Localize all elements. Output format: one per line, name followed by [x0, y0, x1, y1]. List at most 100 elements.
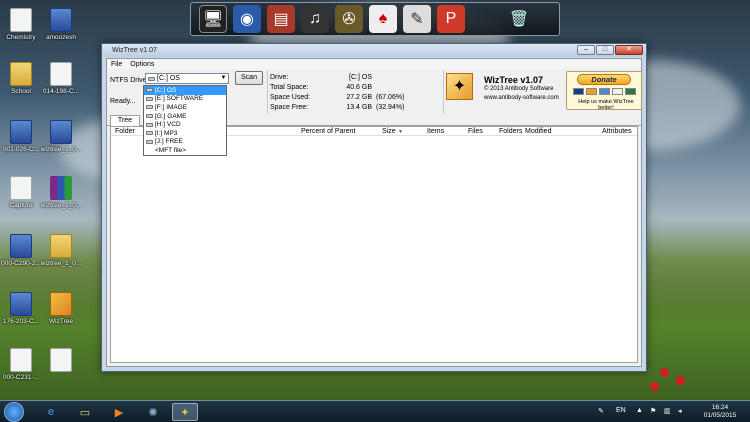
drive-icon: [146, 139, 153, 144]
drive-row: Drive: [C:] OS: [270, 72, 440, 82]
headphones-icon[interactable]: ♫: [301, 5, 329, 33]
maximize-button[interactable]: □: [596, 45, 614, 55]
tab-tree-view[interactable]: Tree View: [110, 115, 140, 134]
chevron-up-icon[interactable]: ▲: [636, 407, 644, 415]
monitor-icon[interactable]: 🖥: [199, 5, 227, 33]
column-items[interactable]: Items: [427, 128, 444, 135]
dropdown-item-label: [E:] SOFTWARE: [155, 95, 204, 103]
info-value: 27.2 GB: [346, 93, 372, 101]
card-mastercard-icon: [586, 88, 597, 95]
dropdown-item[interactable]: [F:] IMAGE: [144, 103, 226, 112]
desktop-icon[interactable]: 176-203-C...: [0, 292, 42, 325]
network-app-icon[interactable]: ✺: [140, 403, 166, 421]
column-folders[interactable]: Folders: [499, 128, 522, 135]
column-modified[interactable]: Modified: [525, 128, 551, 135]
donate-panel[interactable]: Donate Help us make WizTree better!: [566, 71, 642, 111]
desktop-icon-label: amoozesh: [46, 34, 76, 41]
drive-select[interactable]: [C:] OS ▼: [145, 73, 229, 84]
wizard-hat-icon: ✦: [446, 73, 473, 100]
dropdown-item-label: <MFT file>: [155, 146, 186, 154]
desktop-icon[interactable]: wiztree_1_0...: [40, 176, 82, 209]
media-player-icon[interactable]: ▶: [106, 403, 132, 421]
desktop-icon[interactable]: 000-C290-2...: [0, 234, 42, 267]
logo-url[interactable]: www.antibody-software.com: [484, 95, 559, 101]
column-percent-of-parent[interactable]: Percent of Parent: [301, 128, 355, 135]
file-icon: [10, 348, 32, 372]
desktop-icon[interactable]: amoozesh: [40, 8, 82, 41]
flag-icon[interactable]: ⚑: [650, 407, 658, 415]
file-icon: [10, 234, 32, 258]
desktop-icon-label: wiztree_1_0...: [40, 146, 82, 153]
title-bar[interactable]: WizTree v1.07: [102, 44, 646, 57]
desktop-icon[interactable]: 000-C231-...: [0, 348, 42, 381]
recycle-bin-icon[interactable]: 🗑: [505, 5, 533, 33]
dropdown-item-label: [J:] FREE: [155, 138, 183, 146]
clock[interactable]: 16:24 01/05/2015: [700, 404, 740, 420]
dropdown-item-label: [F:] IMAGE: [155, 103, 188, 111]
language-indicator[interactable]: EN: [616, 407, 626, 414]
donate-subtext: Help us make WizTree better!: [578, 99, 634, 111]
divider: [267, 70, 268, 114]
menu-options[interactable]: Options: [130, 61, 154, 68]
desktop-icon[interactable]: wiztree_1_0...: [40, 234, 82, 267]
info-percent: (67.06%): [376, 93, 405, 101]
card-bank-icon: [625, 88, 636, 95]
powerpoint-icon[interactable]: P: [437, 5, 465, 33]
globe-icon[interactable]: ◉: [233, 5, 261, 33]
app-logo: ✦ WizTree v1.07 © 2013 Antibody Software…: [446, 73, 560, 107]
wiztree-taskbar-icon[interactable]: ✦: [172, 403, 198, 421]
cards-icon[interactable]: ♠: [369, 5, 397, 33]
drive-icon: [146, 105, 153, 110]
close-button[interactable]: ✕: [615, 45, 643, 55]
space-free-row: Space Free: 13.4 GB (32.94%): [270, 102, 440, 112]
dropdown-item[interactable]: [E:] SOFTWARE: [144, 95, 226, 104]
desktop-icon[interactable]: School: [0, 62, 42, 95]
donate-button[interactable]: Donate: [577, 74, 631, 85]
file-explorer-icon[interactable]: ▭: [72, 403, 98, 421]
desktop-icon[interactable]: WizTree: [40, 292, 82, 325]
info-key: Space Used:: [270, 93, 311, 101]
volume-icon[interactable]: ◂: [678, 407, 686, 415]
wiztree-icon: [50, 292, 72, 316]
document-pen-icon[interactable]: ✎: [403, 5, 431, 33]
dropdown-item[interactable]: <MFT file>: [144, 146, 226, 155]
file-icon: [50, 348, 72, 372]
dropdown-item[interactable]: [J:] FREE: [144, 138, 226, 147]
window-title: WizTree v1.07: [112, 47, 157, 54]
minimize-button[interactable]: –: [577, 45, 595, 55]
folder-icon: [50, 234, 72, 258]
toolbox-icon[interactable]: ▤: [267, 5, 295, 33]
film-reel-icon[interactable]: ✇: [335, 5, 363, 33]
column-attributes[interactable]: Attributes: [602, 128, 632, 135]
column-size[interactable]: Size: [382, 128, 396, 135]
desktop-icon-label: Chemistry: [6, 34, 36, 41]
dropdown-item[interactable]: [I:] MP3: [144, 129, 226, 138]
dropdown-item-label: [G:] GAME: [155, 112, 187, 120]
pen-tray-icon[interactable]: ✎: [598, 407, 606, 415]
drive-icon: [146, 88, 153, 93]
desktop-icon[interactable]: 014-198-C...: [40, 62, 82, 95]
desktop-icon[interactable]: Chemistry: [0, 8, 42, 41]
payment-cards: [573, 88, 636, 95]
start-button[interactable]: [4, 402, 24, 422]
internet-explorer-icon[interactable]: e: [38, 403, 64, 421]
desktop-icon-label: Capture: [9, 202, 33, 209]
dropdown-item-label: [C:] OS: [155, 86, 177, 94]
desktop-icon[interactable]: Capture: [0, 176, 42, 209]
chevron-down-icon[interactable]: ▼: [219, 74, 228, 83]
column-folder[interactable]: Folder: [115, 128, 135, 135]
drive-dropdown: [C:] OS [E:] SOFTWARE [F:] IMAGE [G:] GA…: [143, 85, 227, 156]
column-files[interactable]: Files: [468, 128, 483, 135]
dropdown-item[interactable]: [C:] OS: [144, 86, 226, 95]
dropdown-item[interactable]: [H:] VCD: [144, 120, 226, 129]
desktop-icon[interactable]: 001-026-C...: [0, 120, 42, 153]
menu-file[interactable]: File: [111, 61, 122, 68]
scan-button[interactable]: Scan: [235, 71, 263, 85]
desktop-icon[interactable]: [40, 348, 82, 374]
desktop-icon[interactable]: wiztree_1_0...: [40, 120, 82, 153]
desktop-icon-label: wiztree_1_0...: [40, 260, 82, 267]
tree-grid[interactable]: Folder Percent of Parent Size ▼ Items Fi…: [110, 126, 638, 363]
network-icon[interactable]: ▥: [664, 407, 672, 415]
dropdown-item[interactable]: [G:] GAME: [144, 112, 226, 121]
drive-icon: [146, 131, 153, 136]
